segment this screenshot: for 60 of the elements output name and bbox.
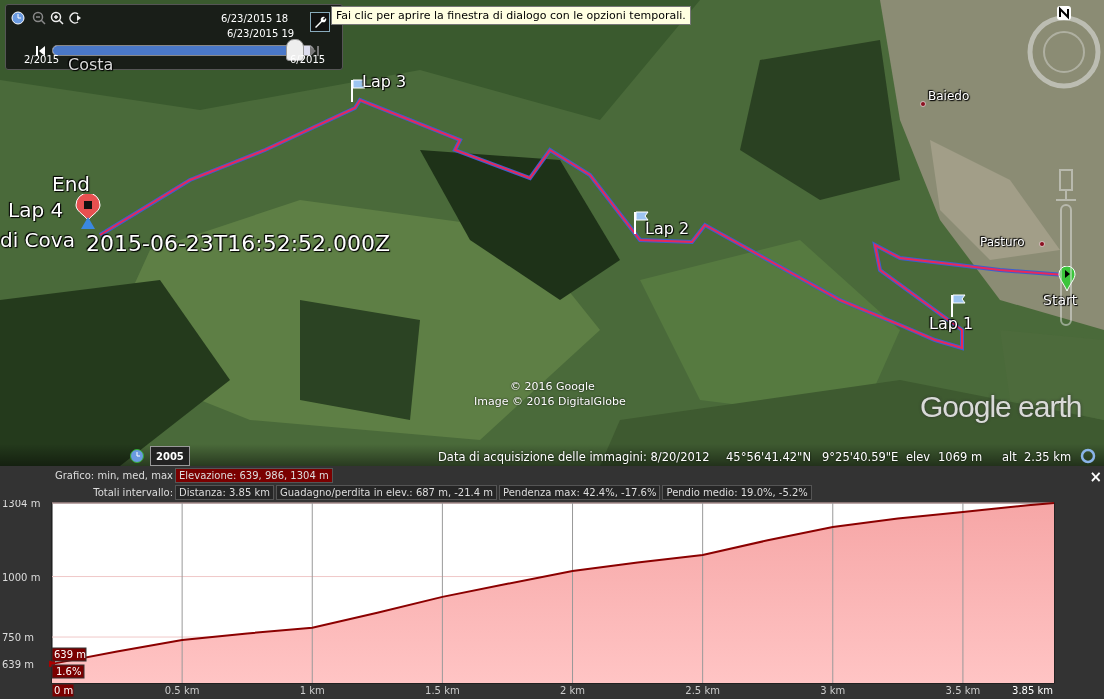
place-dot-icon	[920, 101, 926, 107]
elevation-value: 1069 m	[938, 450, 983, 464]
clock-arrow-icon[interactable]	[68, 11, 82, 25]
y-tick-label: 750 m	[2, 632, 34, 644]
place-label: Pasturo	[980, 236, 1025, 248]
graph-value: Elevazione: 639, 986, 1304 m	[175, 467, 333, 483]
start-pin-icon	[1058, 266, 1076, 292]
cursor-distance-tag: 0 m	[51, 683, 75, 698]
placemark-label: End	[52, 174, 90, 194]
y-tick-label: 639 m	[2, 658, 34, 670]
total-value: Pendenza max: 42.4%, -17.6%	[499, 484, 661, 500]
x-tick-label: 3.85 km	[1012, 685, 1053, 696]
place-label: Costa	[68, 57, 114, 73]
cursor-elevation-tag: 639 m	[51, 647, 87, 662]
zoom-in-icon[interactable]	[50, 11, 64, 25]
time-label: 6/23/2015 19	[227, 29, 295, 39]
total-value: Distanza: 3.85 km	[175, 484, 274, 500]
close-button[interactable]: ×	[1089, 470, 1102, 485]
y-tick-label: 1304 m	[2, 500, 41, 509]
longitude: 9°25'40.59"E	[822, 450, 899, 464]
x-tick-label: 1.5 km	[425, 685, 460, 696]
status-ring-icon	[1080, 448, 1096, 464]
attribution-text: Image © 2016 DigitalGlobe	[474, 395, 626, 408]
x-tick-label: 3 km	[820, 685, 846, 696]
altitude-label: alt	[1002, 450, 1017, 464]
placemark-label: Start	[1043, 293, 1078, 307]
acquisition-date: Data di acquisizione delle immagini: 8/20/2012	[438, 450, 710, 464]
y-tick-label: 1000 m	[2, 571, 41, 583]
historical-year-button[interactable]: 2005	[150, 446, 190, 466]
timestamp-label: 2015-06-23T16:52:52.000Z	[86, 233, 391, 255]
cursor-slope-tag: 1.6%	[51, 664, 85, 679]
graph-label: Grafico: min, med, max	[53, 469, 173, 481]
elevation-label: elev	[906, 450, 931, 464]
latitude: 45°56'41.42"N	[726, 450, 811, 464]
x-tick-label: 1 km	[299, 685, 325, 696]
place-dot-icon	[1039, 241, 1045, 247]
placemark-label: Lap 4	[8, 200, 64, 220]
zoom-out-icon[interactable]	[32, 11, 46, 25]
x-tick-label: 0.5 km	[164, 685, 200, 696]
x-tick-label: 3.5 km	[945, 685, 981, 696]
settings-button[interactable]	[310, 12, 330, 32]
x-tick-label: 2.5 km	[685, 685, 720, 696]
total-value: Guadagno/perdita in elev.: 687 m, -21.4 m	[276, 484, 498, 500]
altitude-value: 2.35 km	[1024, 450, 1072, 464]
tooltip: Fai clic per aprire la finestra di dialogo con le opzioni temporali.	[331, 6, 691, 25]
skip-start-icon[interactable]	[36, 45, 45, 57]
placemark-label: Lap 2	[645, 221, 690, 237]
logo: Google earth	[920, 390, 1082, 424]
place-label: di Cova	[0, 230, 75, 250]
skip-end-icon[interactable]	[310, 45, 319, 57]
attribution-text: © 2016 Google	[510, 380, 595, 393]
range-start-label: 2/2015	[24, 55, 60, 65]
totals-label: Totali intervallo:	[92, 486, 173, 498]
time-label: 6/23/2015 18	[221, 14, 289, 24]
clock-icon[interactable]	[11, 11, 25, 25]
x-tick-label: 2 km	[560, 685, 586, 696]
flag-icon	[950, 293, 968, 317]
place-label: Baiedo	[928, 90, 970, 102]
total-value: Pendio medio: 19.0%, -5.2%	[662, 484, 812, 500]
placemark-label: Lap 3	[362, 74, 407, 90]
